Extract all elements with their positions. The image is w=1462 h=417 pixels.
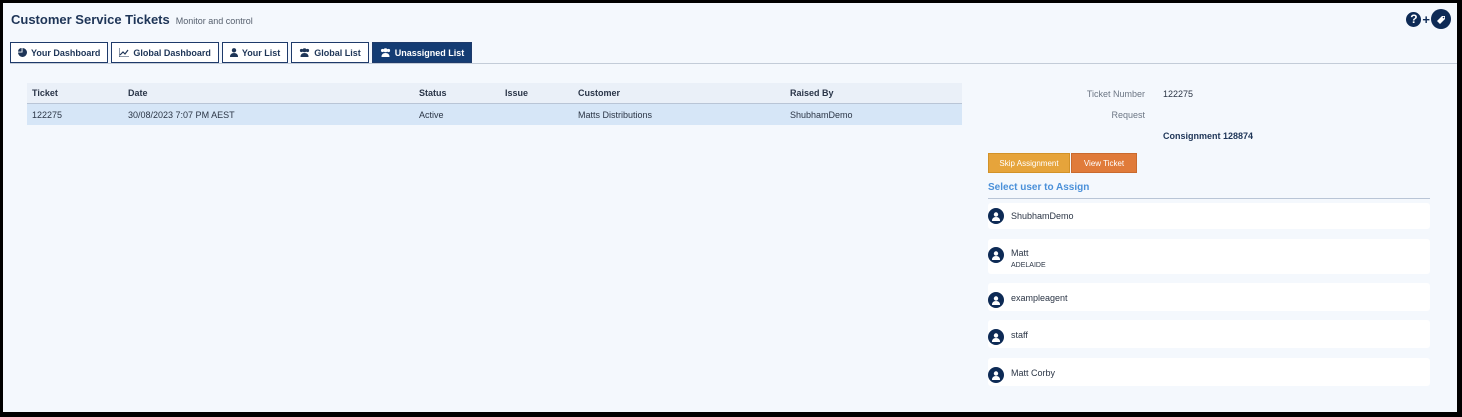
user-avatar-icon [988,208,1004,224]
tab-divider [10,63,1457,64]
users-icon [380,48,390,57]
user-icon [229,48,238,57]
user-avatar-icon [988,292,1004,308]
assign-divider [988,198,1430,199]
users-icon [300,48,310,57]
request-label: Request [1111,109,1145,120]
ticket-number-label: Ticket Number [1086,88,1145,99]
help-icon[interactable]: ? [1406,11,1422,27]
user-avatar-icon [988,367,1004,383]
user-avatar-icon [988,247,1004,263]
tab-unassigned-list[interactable]: Unassigned List [371,42,473,63]
tab-your-list[interactable]: Your List [221,42,289,63]
ticket-number-value: 122275 [1163,88,1194,99]
cell-ticket: 122275 [32,109,63,120]
tab-global-list[interactable]: Global List [291,42,369,63]
user-item-exampleagent[interactable]: exampleagent [988,283,1430,311]
pie-chart-icon [18,48,27,57]
tickets-table: Ticket Date Status Issue Customer Raised… [27,83,962,125]
user-name: ShubhamDemo [1011,211,1074,221]
ticket-tag-icon[interactable] [1431,9,1451,29]
detail-row-request: Request [988,104,1448,125]
ticket-details: Ticket Number 122275 Request Consignment… [988,83,1448,146]
user-name: exampleagent [1011,293,1068,303]
plus-icon[interactable]: + [1422,12,1430,27]
user-name: Matt [1011,248,1029,258]
detail-row-ticket-number: Ticket Number 122275 [988,83,1448,104]
column-header-raised-by[interactable]: Raised By [790,88,962,98]
page-title: Customer Service Tickets [11,12,170,27]
tab-label: Your List [241,47,281,58]
top-actions: ? + [1406,9,1451,29]
tab-label: Global List [314,47,361,58]
page-header: Customer Service Tickets Monitor and con… [11,12,253,27]
user-name: Matt Corby [1011,368,1056,378]
table-row[interactable]: 122275 30/08/2023 7:07 PM AEST Active Ma… [27,104,962,125]
user-item-matt[interactable]: Matt ADELAIDE [988,239,1430,274]
assign-heading: Select user to Assign [988,182,1090,193]
cell-customer: Matts Distributions [578,109,653,120]
cell-raised-by: ShubhamDemo [790,109,853,120]
user-item-matt-corby[interactable]: Matt Corby [988,358,1430,386]
cell-status: Active [419,109,444,120]
tab-label: Your Dashboard [31,47,101,58]
tab-your-dashboard[interactable]: Your Dashboard [10,42,109,63]
cell-date: 30/08/2023 7:07 PM AEST [128,109,235,120]
action-buttons: Skip Assignment View Ticket [988,153,1137,173]
view-ticket-button[interactable]: View Ticket [1071,153,1137,173]
column-header-issue[interactable]: Issue [505,88,578,98]
user-name: staff [1011,330,1028,340]
tab-label: Unassigned List [394,47,465,58]
column-header-status[interactable]: Status [419,88,505,98]
user-item-staff[interactable]: staff [988,320,1430,348]
tab-global-dashboard[interactable]: Global Dashboard [111,42,219,63]
app-frame: Customer Service Tickets Monitor and con… [3,3,1457,412]
user-item-shubhamdemo[interactable]: ShubhamDemo [988,203,1430,229]
user-avatar-icon [988,329,1004,345]
line-chart-icon [119,48,130,57]
detail-row-consignment: Consignment 128874 [988,125,1448,146]
tab-label: Global Dashboard [133,47,211,58]
column-header-ticket[interactable]: Ticket [27,88,128,98]
consignment-value: Consignment 128874 [1163,130,1254,141]
user-location: ADELAIDE [1011,262,1046,269]
column-header-date[interactable]: Date [128,88,419,98]
skip-assignment-button[interactable]: Skip Assignment [988,153,1070,173]
tab-bar: Your Dashboard Global Dashboard Your Lis… [10,42,475,63]
table-header: Ticket Date Status Issue Customer Raised… [27,83,962,104]
column-header-customer[interactable]: Customer [578,88,790,98]
page-subtitle: Monitor and control [175,16,253,26]
